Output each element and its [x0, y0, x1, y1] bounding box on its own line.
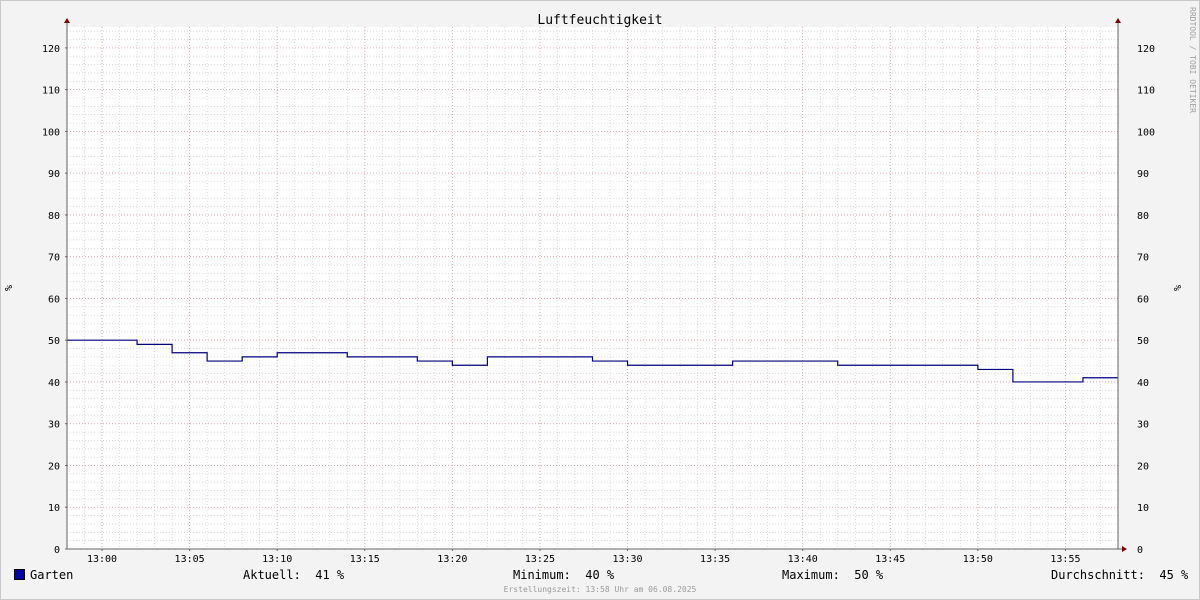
y-tick-label-right: 120: [1137, 44, 1155, 55]
y-tick-label-right: 20: [1137, 461, 1149, 472]
y-tick-label-left: 40: [48, 378, 60, 389]
chart-canvas: Luftfeuchtigkeit 0 0 10 10 20 20 30 30 40 40 50 50 6…: [4, 7, 1197, 565]
x-tick-label: 13:05: [175, 554, 205, 565]
x-tick-label: 13:20: [437, 554, 467, 565]
y-tick-label-right: 10: [1137, 503, 1149, 514]
y-tick-label-right: 90: [1137, 169, 1149, 180]
y-tick-label-left: 120: [42, 44, 60, 55]
y-tick-label-right: 80: [1137, 211, 1149, 222]
legend-series-name: Garten: [30, 568, 74, 582]
creation-time-footer: Erstellungszeit: 13:58 Uhr am 06.08.2025: [503, 585, 697, 594]
legend-swatch-garten: [14, 569, 25, 580]
x-axis-arrow: [1122, 546, 1127, 552]
legend-average: Durchschnitt: 45 %: [1051, 568, 1189, 582]
y-axis-label-left: %: [4, 285, 15, 291]
x-tick-label: 13:25: [525, 554, 555, 565]
x-tick-label: 13:40: [788, 554, 818, 565]
y-tick-label-left: 60: [48, 294, 60, 305]
x-tick-label: 13:55: [1050, 554, 1080, 565]
y-tick-label-left: 110: [42, 86, 60, 97]
y-tick-label-right: 30: [1137, 420, 1149, 431]
y-tick-label-right: 70: [1137, 253, 1149, 264]
x-tick-label: 13:30: [612, 554, 642, 565]
y-axis-label-right: %: [1173, 285, 1184, 291]
y-tick-label-left: 50: [48, 336, 60, 347]
x-tick-label: 13:00: [87, 554, 117, 565]
chart-title: Luftfeuchtigkeit: [537, 13, 662, 28]
y-tick-label-right: 50: [1137, 336, 1149, 347]
y-tick-label-left: 100: [42, 127, 60, 138]
legend-maximum: Maximum: 50 %: [782, 568, 884, 582]
x-tick-label: 13:10: [262, 554, 292, 565]
y-tick-label-right: 40: [1137, 378, 1149, 389]
rrdtool-watermark: RRDTOOL / TOBI OETIKER: [1188, 7, 1197, 113]
y-tick-label-right: 0: [1137, 545, 1143, 556]
y-tick-label-left: 70: [48, 253, 60, 264]
x-tick-label: 13:35: [700, 554, 730, 565]
y-tick-label-right: 60: [1137, 294, 1149, 305]
y-tick-label-left: 30: [48, 420, 60, 431]
y-axis-arrow-right: [1115, 18, 1121, 23]
legend-minimum: Minimum: 40 %: [513, 568, 615, 582]
y-tick-label-left: 80: [48, 211, 60, 222]
y-tick-label-left: 10: [48, 503, 60, 514]
x-tick-label: 13:50: [963, 554, 993, 565]
y-tick-label-right: 100: [1137, 127, 1155, 138]
y-tick-label-left: 90: [48, 169, 60, 180]
y-axis-arrow-left: [64, 18, 70, 23]
y-tick-label-right: 110: [1137, 86, 1155, 97]
y-tick-label-left: 20: [48, 461, 60, 472]
y-tick-label-left: 0: [54, 545, 60, 556]
legend: Garten Aktuell: 41 % Minimum: 40 % Maxim…: [0, 566, 1200, 584]
x-tick-label: 13:15: [350, 554, 380, 565]
x-tick-label: 13:45: [875, 554, 905, 565]
legend-current: Aktuell: 41 %: [243, 568, 345, 582]
